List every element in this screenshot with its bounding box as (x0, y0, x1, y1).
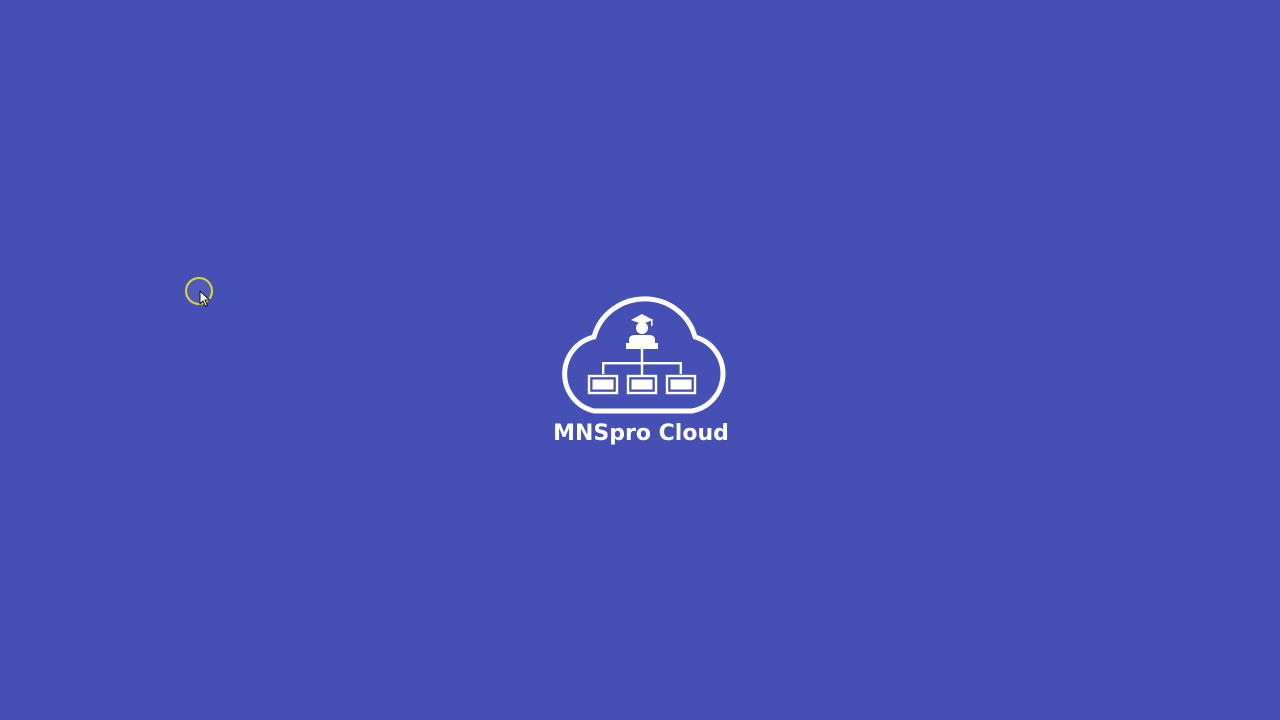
mouse-pointer-icon (199, 290, 210, 307)
app-name: MNSpro Cloud (553, 421, 729, 446)
mnspro-cloud-logo-icon (562, 296, 726, 414)
splash-screen: MNSpro Cloud (0, 0, 1280, 720)
